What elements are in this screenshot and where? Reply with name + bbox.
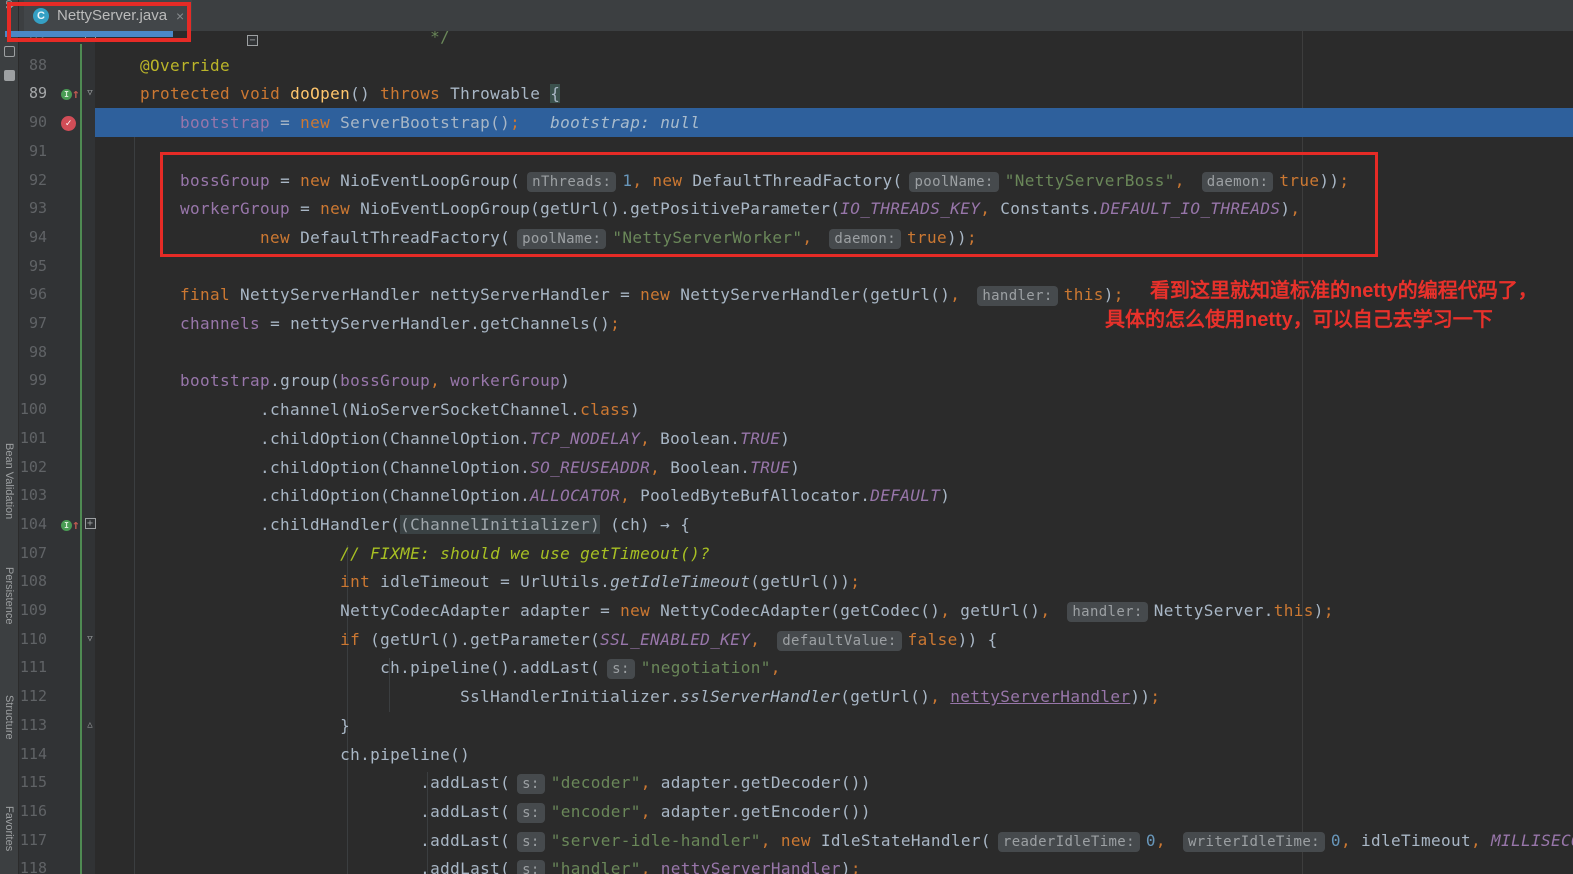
code-line-109: NettyCodecAdapter adapter = new NettyCod… [95, 596, 1573, 625]
parameter-hint: readerIdleTime: [998, 832, 1140, 852]
debugger-inline-value: bootstrap: null [520, 113, 700, 132]
line-number[interactable]: 116 [19, 797, 47, 826]
line-number[interactable]: 90 [19, 108, 47, 137]
line-number[interactable]: 101 [19, 424, 47, 453]
parameter-hint: s: [517, 860, 545, 874]
breakpoint-icon[interactable]: ✓ [61, 108, 76, 137]
parameter-hint: handler: [1067, 602, 1147, 622]
line-number[interactable]: 112 [19, 682, 47, 711]
code-line-112: SslHandlerInitializer.sslServerHandler(g… [95, 682, 1573, 711]
code-line-103: .childOption(ChannelOption.ALLOCATOR, Po… [95, 481, 1573, 510]
line-number[interactable]: 88 [19, 51, 47, 80]
line-number[interactable]: 96 [19, 280, 47, 309]
line-number[interactable]: 110 [19, 625, 47, 654]
code-line-102: .childOption(ChannelOption.SO_REUSEADDR,… [95, 453, 1573, 482]
tool-window-strip: Project Bean Validation Persistence Stru… [0, 0, 19, 874]
parameter-hint: handler: [977, 286, 1057, 306]
overriding-method-icon[interactable]: I↑ [61, 510, 80, 539]
parameter-hint: s: [517, 774, 545, 794]
line-number[interactable]: 97 [19, 309, 47, 338]
line-number[interactable]: 92 [19, 166, 47, 195]
code-line-117: .addLast(s:"server-idle-handler", new Id… [95, 826, 1573, 855]
code-line-111: ch.pipeline().addLast(s:"negotiation", [95, 653, 1573, 682]
line-number[interactable]: 111 [19, 653, 47, 682]
sidebar-item-favorites[interactable]: Favorites [3, 806, 15, 851]
line-number[interactable]: 104 [19, 510, 47, 539]
line-number[interactable]: 115 [19, 768, 47, 797]
line-number[interactable]: 114 [19, 740, 47, 769]
line-number[interactable]: 95 [19, 252, 47, 281]
parameter-hint: defaultValue: [777, 631, 901, 651]
annotation-box-tab [7, 2, 191, 42]
annotation-note: 看到这里就知道标准的netty的编程代码了， 具体的怎么使用netty，可以自己… [1105, 277, 1573, 335]
code-line-116: .addLast(s:"encoder", adapter.getEncoder… [95, 797, 1573, 826]
code-line-114: ch.pipeline() [95, 740, 1573, 769]
vcs-change-bar[interactable] [80, 44, 82, 874]
folded-code-chip[interactable]: (ChannelInitializer) [400, 515, 600, 534]
sidebar-item-persistence[interactable]: Persistence [3, 567, 15, 624]
code-line-108: int idleTimeout = UrlUtils.getIdleTimeou… [95, 567, 1573, 596]
parameter-hint: s: [607, 659, 635, 679]
line-number[interactable]: 102 [19, 453, 47, 482]
code-line-118: .addLast(s:"handler", nettyServerHandler… [95, 854, 1573, 874]
line-number[interactable]: 98 [19, 338, 47, 367]
code-line-104: .childHandler((ChannelInitializer) (ch) … [95, 510, 1573, 539]
code-line-99: bootstrap.group(bossGroup, workerGroup) [95, 366, 1573, 395]
ide-window: 87− */88 @Override89I↑▽ protected void d… [0, 0, 1573, 874]
line-number[interactable]: 103 [19, 481, 47, 510]
line-number[interactable]: 94 [19, 223, 47, 252]
line-number[interactable]: 100 [19, 395, 47, 424]
parameter-hint: s: [517, 832, 545, 852]
line-number[interactable]: 89 [19, 79, 47, 108]
code-line-100: .channel(NioServerSocketChannel.class) [95, 395, 1573, 424]
overriding-method-icon[interactable]: I↑ [61, 79, 80, 108]
line-number[interactable]: 91 [19, 137, 47, 166]
annotation-note-line2: 具体的怎么使用netty，可以自己去学习一下 [1105, 306, 1573, 335]
code-editor: 87− */88 @Override89I↑▽ protected void d… [19, 0, 1573, 874]
line-number[interactable]: 113 [19, 711, 47, 740]
editor-tab-bar: C NettyServer.java × [19, 0, 1573, 31]
code-line-113: } [95, 711, 1573, 740]
code-line-107: // FIXME: should we use getTimeout()? [95, 539, 1573, 568]
line-number[interactable]: 99 [19, 366, 47, 395]
code-line-90: bootstrap = new ServerBootstrap(); boots… [95, 108, 1573, 137]
line-number[interactable]: 109 [19, 596, 47, 625]
line-number[interactable]: 118 [19, 854, 47, 874]
code-line-101: .childOption(ChannelOption.TCP_NODELAY, … [95, 424, 1573, 453]
parameter-hint: s: [517, 803, 545, 823]
code-line-115: .addLast(s:"decoder", adapter.getDecoder… [95, 768, 1573, 797]
line-number[interactable]: 107 [19, 539, 47, 568]
line-number[interactable]: 108 [19, 567, 47, 596]
line-number[interactable]: 117 [19, 826, 47, 855]
code-line-89: protected void doOpen() throws Throwable… [95, 79, 1573, 108]
annotation-box-code [160, 152, 1378, 257]
line-number[interactable]: 93 [19, 194, 47, 223]
code-line-88: @Override [95, 51, 1573, 80]
code-line-110: if (getUrl().getParameter(SSL_ENABLED_KE… [95, 625, 1573, 654]
sidebar-item-bean-validation[interactable]: Bean Validation [3, 443, 15, 519]
tool-window-icon[interactable] [4, 70, 15, 81]
code-line-98 [95, 338, 1573, 367]
parameter-hint: writerIdleTime: [1183, 832, 1325, 852]
annotation-note-line1: 看到这里就知道标准的netty的编程代码了， [1105, 277, 1573, 306]
fold-region-box[interactable]: − [247, 35, 258, 46]
sidebar-item-structure[interactable]: Structure [3, 695, 15, 740]
tool-window-icon[interactable] [4, 46, 15, 57]
